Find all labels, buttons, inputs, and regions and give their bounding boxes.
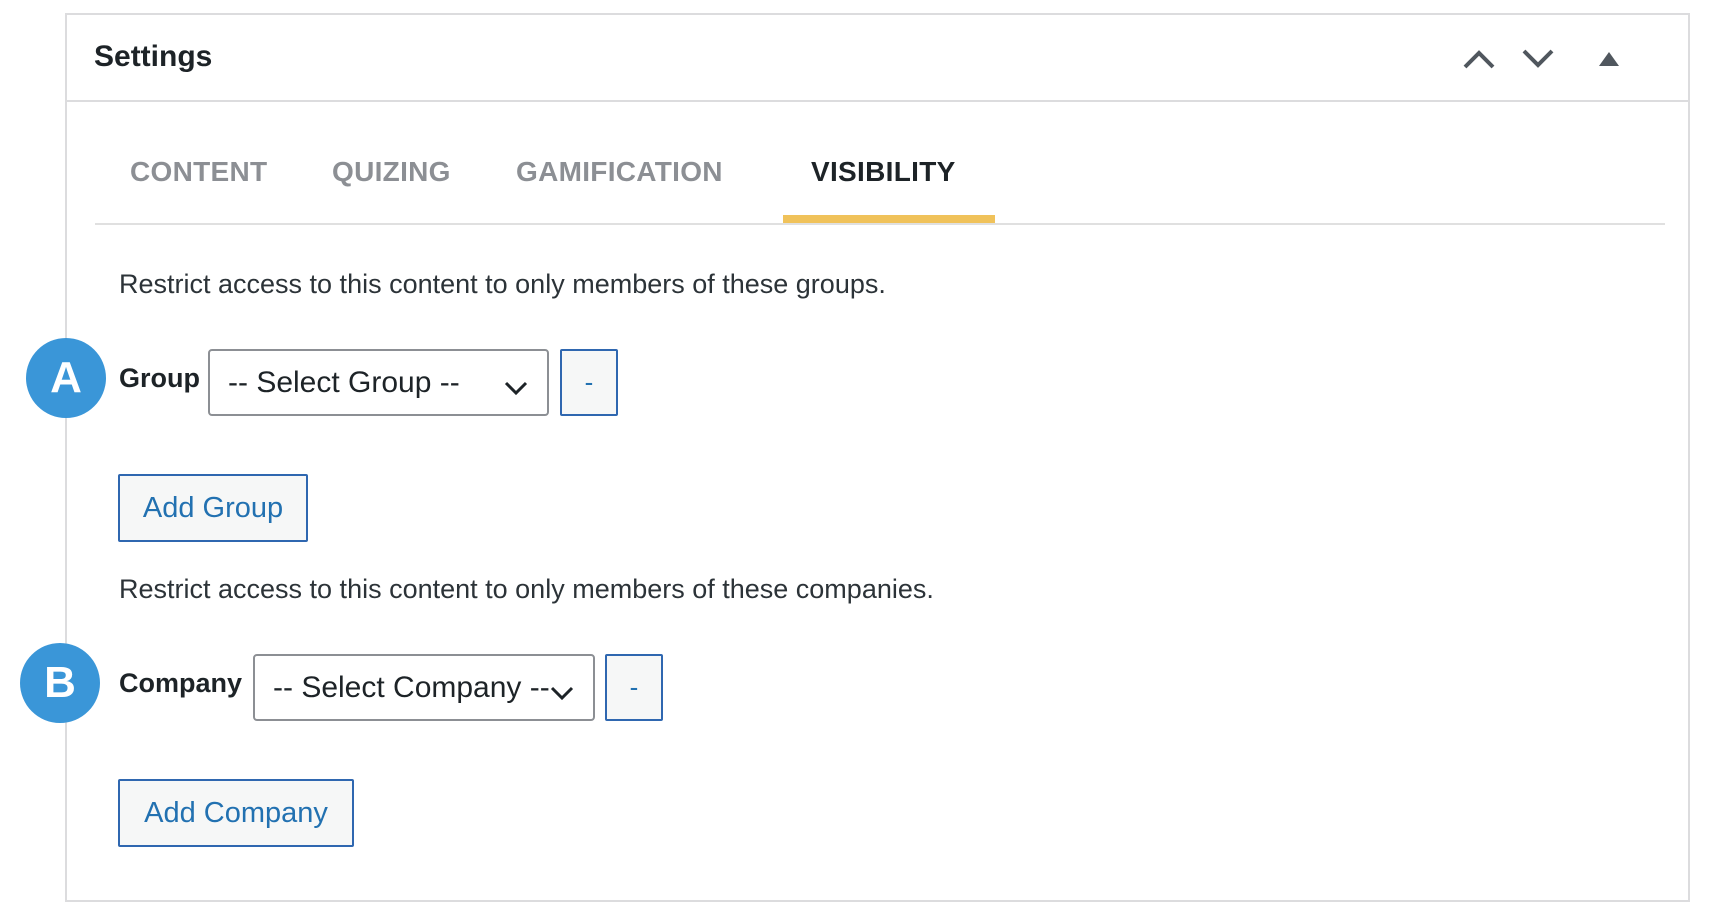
panel-header: Settings [67, 15, 1688, 102]
settings-panel: Settings CONTENT QUIZING GAMIFICATION VI… [65, 13, 1690, 902]
remove-company-button[interactable]: - [605, 654, 663, 721]
company-select-value: -- Select Company -- [273, 671, 550, 704]
group-select[interactable]: -- Select Group -- [208, 349, 549, 416]
marker-b: B [20, 643, 100, 723]
panel-title: Settings [94, 40, 213, 73]
add-company-button[interactable]: Add Company [118, 779, 354, 847]
groups-description: Restrict access to this content to only … [119, 269, 886, 299]
remove-group-button[interactable]: - [560, 349, 618, 416]
chevron-down-icon [549, 678, 575, 701]
chevron-down-icon[interactable] [1516, 37, 1560, 81]
companies-description: Restrict access to this content to only … [119, 574, 934, 604]
group-select-value: -- Select Group -- [228, 366, 460, 399]
chevron-down-icon [503, 373, 529, 396]
active-tab-indicator [783, 215, 995, 223]
triangle-up-icon[interactable] [1587, 37, 1631, 81]
chevron-up-icon[interactable] [1457, 37, 1501, 81]
company-label: Company [119, 668, 243, 698]
tab-gamification[interactable]: GAMIFICATION [516, 156, 723, 188]
company-select[interactable]: -- Select Company -- [253, 654, 595, 721]
tab-content[interactable]: CONTENT [130, 156, 267, 188]
tab-visibility[interactable]: VISIBILITY [811, 156, 956, 188]
group-label: Group [119, 363, 200, 393]
add-group-button[interactable]: Add Group [118, 474, 308, 542]
marker-a: A [26, 338, 106, 418]
tab-quizing[interactable]: QUIZING [332, 156, 451, 188]
settings-tabs: CONTENT QUIZING GAMIFICATION VISIBILITY [95, 126, 1665, 225]
